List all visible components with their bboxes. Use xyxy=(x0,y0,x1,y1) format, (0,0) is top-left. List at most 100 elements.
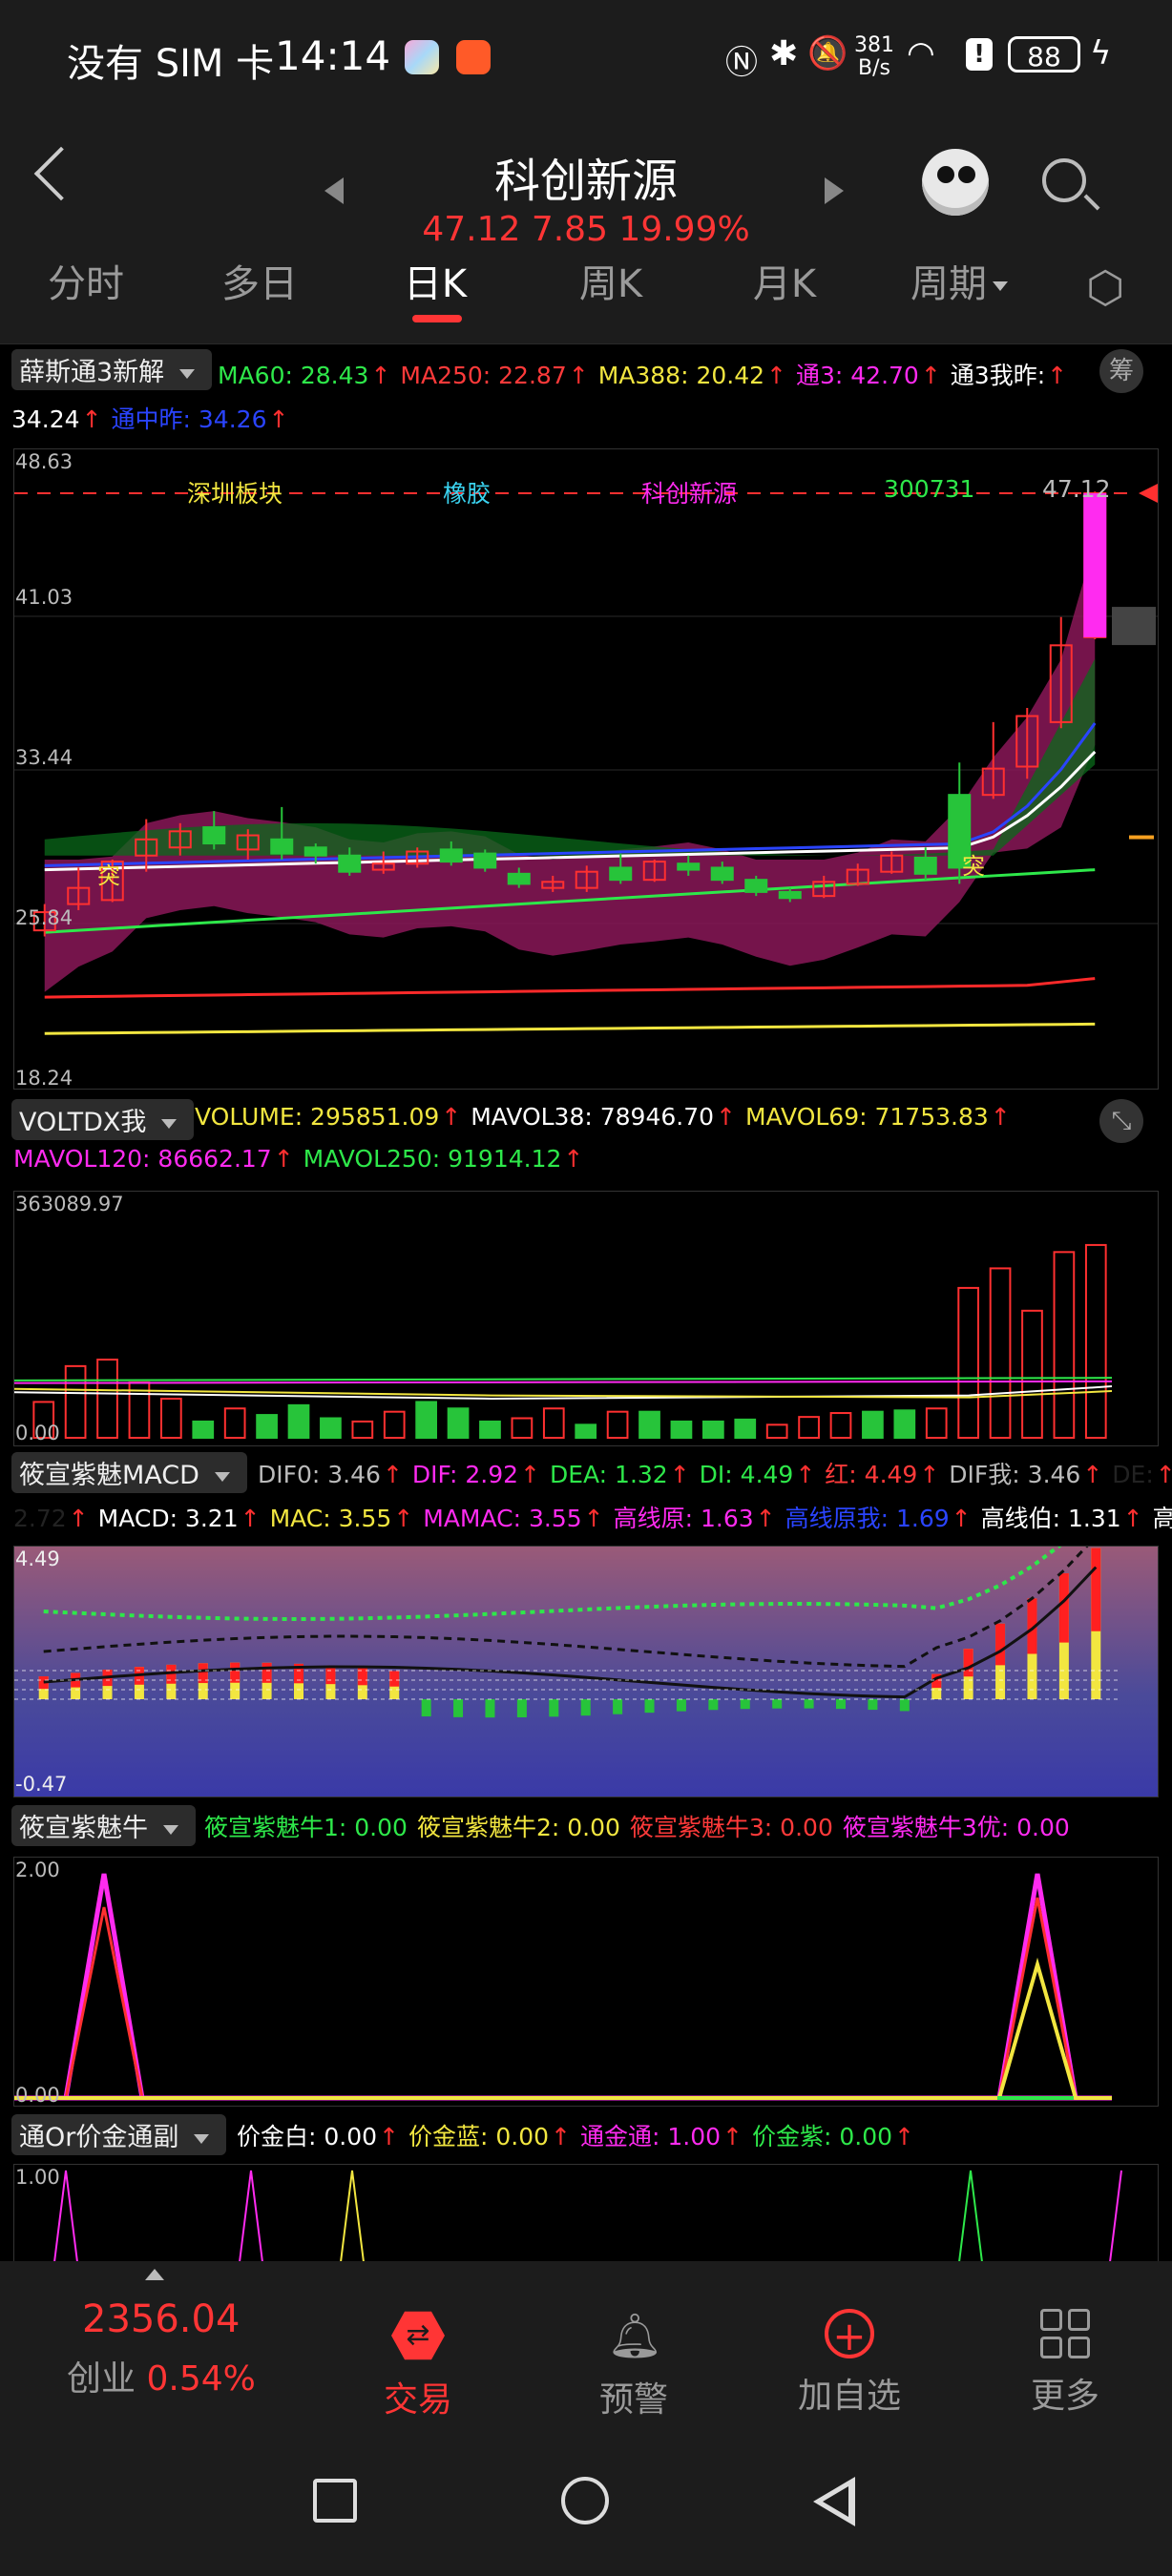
gold-value-1: 价金蓝: 0.00 xyxy=(408,2123,550,2150)
home-icon[interactable] xyxy=(561,2477,609,2524)
volume-indicator-selector[interactable]: VOLTDX我 xyxy=(11,1099,195,1140)
niu-indicator-selector[interactable]: 筱宣紫魅牛 xyxy=(11,1805,196,1846)
up-arrow-icon: ↑ xyxy=(920,362,941,389)
app-icon-2 xyxy=(456,40,491,74)
volume-canvas xyxy=(14,1243,1113,1440)
up-arrow-icon: ↑ xyxy=(766,362,786,389)
gold-chart[interactable] xyxy=(13,2164,1159,2262)
volume-bar xyxy=(383,1410,406,1440)
main-indicator-selector[interactable]: 薛斯通3新解 xyxy=(11,349,213,390)
expand-up-icon[interactable] xyxy=(145,2269,164,2280)
gold-signal-line-last xyxy=(1109,2170,1122,2262)
macd-value-4: 红: 4.49 xyxy=(825,1461,918,1488)
net-speed: 381 B/s xyxy=(854,33,894,80)
tab-yuek[interactable]: 月K xyxy=(718,258,851,343)
up-arrow-icon: ↑ xyxy=(894,2123,914,2150)
macd-bar xyxy=(580,1699,591,1716)
macd2-value-5: 高线原我: 1.69 xyxy=(785,1505,950,1532)
mascot-icon[interactable] xyxy=(922,149,989,216)
macd2-value-1: MACD: 3.21 xyxy=(97,1505,239,1532)
tab-duori[interactable]: 多日 xyxy=(193,258,326,343)
macd-chart[interactable] xyxy=(13,1546,1159,1797)
macd-value-5: DIF我: 3.46 xyxy=(949,1461,1081,1488)
index-name-line[interactable]: 创业 0.54% xyxy=(67,2351,256,2400)
index-value[interactable]: 2356.04 xyxy=(82,2297,240,2341)
main-value-2: MA388: 20.42 xyxy=(597,362,765,389)
volume-bar xyxy=(320,1417,342,1440)
chevron-down-icon xyxy=(214,1471,230,1482)
volume-bar xyxy=(351,1420,374,1440)
up-arrow-icon: ↑ xyxy=(240,1505,261,1532)
volume-bar xyxy=(575,1423,597,1440)
macd-indicator-values: DIF0: 3.46↑ DIF: 2.92↑ DEA: 1.32↑ DI: 4.49↑… xyxy=(258,1456,1172,1490)
recent-apps-icon[interactable] xyxy=(313,2479,357,2523)
up-arrow-icon: ↑ xyxy=(68,1505,89,1532)
up-arrow-icon: ↑ xyxy=(1082,1461,1103,1488)
gold-axis-top: 1.00 xyxy=(15,2166,60,2189)
tab-zhouk[interactable]: 周K xyxy=(544,258,678,343)
volume-bar xyxy=(925,1407,948,1439)
volume-bar xyxy=(1084,1243,1107,1440)
up-arrow-icon: ↑ xyxy=(795,1461,816,1488)
expand-icon[interactable]: ⤡ xyxy=(1099,1099,1143,1143)
tab-fenshi[interactable]: 分时 xyxy=(19,258,153,343)
volume-bar xyxy=(893,1409,916,1440)
gold-value-0: 价金白: 0.00 xyxy=(237,2123,378,2150)
volume-bar xyxy=(638,1410,660,1440)
main-value-1: MA250: 22.87 xyxy=(400,362,567,389)
add-circle-icon: + xyxy=(825,2309,874,2359)
macd-bar xyxy=(868,1699,878,1711)
volume-bar xyxy=(765,1423,788,1440)
price-line: 47.12 7.85 19.99% xyxy=(422,210,750,249)
macd-indicator-selector[interactable]: 筱宣紫魅MACD xyxy=(11,1452,247,1493)
mavol250-line xyxy=(14,1377,1113,1381)
macd-value-3: DI: 4.49 xyxy=(699,1461,794,1488)
volume-bar xyxy=(542,1407,565,1439)
macd-indicator-values-2: 2.72↑ MACD: 3.21↑ MAC: 3.55↑ MAMAC: 3.55↑ 高线… xyxy=(13,1500,1172,1534)
search-icon[interactable] xyxy=(1042,158,1086,202)
up-arrow-icon: ↑ xyxy=(669,1461,690,1488)
macd-bar-red xyxy=(325,1665,336,1685)
up-arrow-icon: ↑ xyxy=(1155,1461,1172,1488)
volume-chart[interactable] xyxy=(13,1191,1159,1446)
volume-bar xyxy=(223,1407,246,1439)
breakout-marker-2: 突 xyxy=(962,853,985,880)
macd-bar xyxy=(836,1699,846,1710)
next-stock-icon[interactable] xyxy=(825,177,844,204)
macd-value-0: DIF0: 3.46 xyxy=(258,1461,381,1488)
title-bar: 科创新源 47.12 7.85 19.99% xyxy=(0,114,1172,258)
candle-body xyxy=(744,879,768,893)
candle-body xyxy=(507,872,531,885)
volume-bar xyxy=(159,1398,182,1439)
status-bar: 没有 SIM 卡 14:14 Ⓝ ✱ 🔕 381 B/s ◠ ! 88 ϟ xyxy=(0,0,1172,114)
volume-bar xyxy=(64,1364,87,1440)
main-indicator-values: MA60: 28.43↑ MA250: 22.87↑ MA388: 20.42↑ 通3… xyxy=(218,357,1077,391)
up-arrow-icon: ↑ xyxy=(951,1505,972,1532)
macd2-value-7: 高 xyxy=(1152,1505,1172,1532)
chevron-down-icon xyxy=(194,2133,210,2144)
volume-bar xyxy=(862,1410,884,1440)
chip-marker xyxy=(1129,835,1154,840)
candle-body xyxy=(677,862,701,871)
tab-period[interactable]: 周期 xyxy=(888,258,1031,343)
candle-body xyxy=(609,866,633,882)
kline-chart[interactable] xyxy=(13,448,1159,1090)
up-arrow-icon: ↑ xyxy=(1122,1505,1143,1532)
up-arrow-icon: ↑ xyxy=(568,362,589,389)
volume-bar xyxy=(606,1410,629,1440)
nav-add-watchlist[interactable]: + 加自选 xyxy=(754,2309,945,2418)
chip-badge[interactable]: 筹 xyxy=(1099,349,1143,393)
period-tabs: 分时 多日 日K 周K 月K 周期 ⬡ xyxy=(0,258,1172,344)
nav-alert[interactable]: 🔔︎ 预警 xyxy=(538,2309,729,2421)
nav-more[interactable]: 更多 xyxy=(970,2309,1161,2418)
up-arrow-icon: ↑ xyxy=(919,1461,940,1488)
niu-chart[interactable] xyxy=(13,1857,1159,2107)
nav-trade[interactable]: ⇄ 交易 xyxy=(323,2309,513,2421)
tab-rik[interactable]: 日K xyxy=(368,258,502,343)
gold-indicator-selector[interactable]: 通Or价金通副 xyxy=(11,2114,227,2155)
up-arrow-icon: ↑ xyxy=(393,1505,414,1532)
stock-name: 科创新源 xyxy=(493,155,678,208)
settings-hexagon-icon[interactable]: ⬡ xyxy=(1086,261,1124,313)
macd-axis-top: 4.49 xyxy=(15,1548,60,1570)
y-axis-top: 48.63 xyxy=(15,450,73,473)
